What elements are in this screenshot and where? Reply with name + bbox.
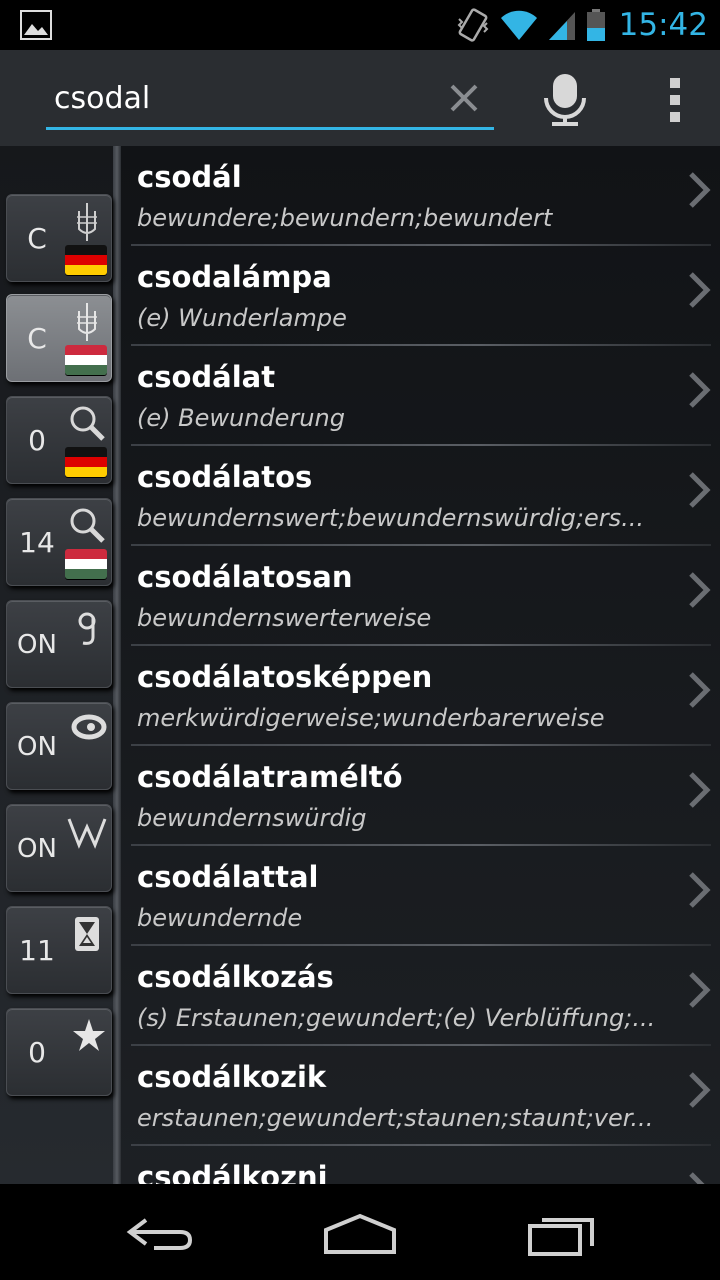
- tuning-fork-icon: [77, 203, 97, 241]
- hungarian-flag-icon: [65, 549, 107, 579]
- list-item[interactable]: csodálat (e) Bewunderung: [121, 346, 720, 446]
- entry-word: csodálkozás: [137, 960, 334, 994]
- list-item[interactable]: csodálattal bewundernde: [121, 846, 720, 946]
- filter-button-label: 0: [28, 1036, 46, 1069]
- google-icon: [78, 612, 96, 645]
- entry-word: csodálatos: [137, 460, 313, 494]
- chevron-right-icon: [689, 672, 711, 708]
- wikipedia-icon: [67, 818, 107, 849]
- content-area: C C 0 14 ON ON ON 11 0 csodál bewundere;…: [0, 146, 720, 1184]
- wifi-icon: [500, 10, 537, 40]
- entry-translation: bewundernswerterweise: [137, 604, 432, 632]
- star-icon: [73, 1019, 105, 1051]
- filter-button-hu-phonetic[interactable]: C: [6, 294, 112, 382]
- entry-translation: bewundere;bewundern;bewundert: [137, 204, 553, 232]
- filter-button-label: C: [27, 222, 47, 255]
- chevron-right-icon: [689, 272, 711, 308]
- search-icon: [70, 508, 105, 543]
- entry-translation: (e) Wunderlampe: [137, 304, 347, 332]
- filter-button-wikipedia[interactable]: ON: [6, 804, 112, 892]
- entry-translation: bewundernde: [137, 904, 303, 932]
- chevron-right-icon: [689, 972, 711, 1008]
- list-item[interactable]: csodálatos bewundernswert;bewundernswürd…: [121, 446, 720, 546]
- entry-translation: erstaunen;gewundert;staunen;staunt;ver..…: [137, 1104, 654, 1132]
- home-icon[interactable]: [322, 1208, 398, 1258]
- list-item[interactable]: csodál bewundere;bewundern;bewundert: [121, 146, 720, 246]
- back-icon[interactable]: [124, 1208, 196, 1258]
- entry-translation: (e) Bewunderung: [137, 404, 345, 432]
- filter-button-favorites[interactable]: 0: [6, 1008, 112, 1096]
- entry-word: csodálatraméltó: [137, 760, 403, 794]
- filter-button-google[interactable]: ON: [6, 600, 112, 688]
- entry-translation: merkwürdigerweise;wunderbarerweise: [137, 704, 605, 732]
- entry-word: csodál: [137, 160, 242, 194]
- clock: 15:42: [618, 7, 708, 43]
- search-box[interactable]: [46, 68, 494, 130]
- panel-divider: [113, 146, 121, 1184]
- entry-word: csodálatosképpen: [137, 660, 433, 694]
- filter-button-label: ON: [17, 630, 57, 660]
- list-item[interactable]: csodálkozni: [121, 1146, 720, 1184]
- bing-icon: [71, 714, 107, 740]
- entry-translation: bewundernswürdig: [137, 804, 367, 832]
- entry-word: csodálattal: [137, 860, 319, 894]
- action-bar: [0, 50, 720, 146]
- hourglass-icon: [75, 917, 99, 951]
- chevron-right-icon: [689, 872, 711, 908]
- list-item[interactable]: csodálatraméltó bewundernswürdig: [121, 746, 720, 846]
- entry-word: csodálat: [137, 360, 276, 394]
- filter-button-label: ON: [17, 834, 57, 864]
- search-icon: [70, 406, 105, 441]
- entry-word: csodalámpa: [137, 260, 332, 294]
- list-item[interactable]: csodálkozás (s) Erstaunen;gewundert;(e) …: [121, 946, 720, 1046]
- filter-button-de-phonetic[interactable]: C: [6, 194, 112, 282]
- entry-word: csodálatosan: [137, 560, 353, 594]
- filter-button-hu-search[interactable]: 14: [6, 498, 112, 586]
- entry-translation: bewundernswert;bewundernswürdig;ers...: [137, 504, 644, 532]
- recent-apps-icon[interactable]: [526, 1208, 598, 1258]
- search-input[interactable]: [54, 78, 434, 118]
- chevron-right-icon: [689, 772, 711, 808]
- results-list: csodál bewundere;bewundern;bewundert cso…: [121, 146, 720, 1184]
- filter-button-label: 14: [19, 526, 55, 559]
- filter-button-label: 11: [19, 934, 55, 967]
- entry-translation: (s) Erstaunen;gewundert;(e) Verblüffung;…: [137, 1004, 656, 1032]
- overflow-menu-icon[interactable]: [664, 76, 686, 124]
- entry-word: csodálkozik: [137, 1060, 327, 1094]
- filter-button-de-search[interactable]: 0: [6, 396, 112, 484]
- signal-icon: [548, 12, 575, 40]
- german-flag-icon: [65, 447, 107, 477]
- chevron-right-icon: [689, 172, 711, 208]
- status-bar: 15:42: [0, 0, 720, 50]
- chevron-right-icon: [689, 472, 711, 508]
- vibrate-icon: [457, 8, 489, 42]
- chevron-right-icon: [689, 572, 711, 608]
- tuning-fork-icon: [77, 303, 97, 341]
- entry-word: csodálkozni: [137, 1160, 328, 1184]
- list-item[interactable]: csodálatosképpen merkwürdigerweise;wunde…: [121, 646, 720, 746]
- microphone-icon[interactable]: [540, 72, 590, 128]
- list-item[interactable]: csodálatosan bewundernswerterweise: [121, 546, 720, 646]
- navigation-bar: [0, 1184, 720, 1280]
- chevron-right-icon: [689, 372, 711, 408]
- german-flag-icon: [65, 245, 107, 275]
- filter-button-label: ON: [17, 732, 57, 762]
- chevron-right-icon: [689, 1072, 711, 1108]
- list-item[interactable]: csodálkozik erstaunen;gewundert;staunen;…: [121, 1046, 720, 1146]
- clear-icon[interactable]: [444, 78, 484, 118]
- filter-button-label: 0: [28, 424, 46, 457]
- hungarian-flag-icon: [65, 345, 107, 375]
- list-item[interactable]: csodalámpa (e) Wunderlampe: [121, 246, 720, 346]
- filter-button-label: C: [27, 322, 47, 355]
- image-notification-icon: [20, 10, 52, 40]
- chevron-right-icon: [689, 1172, 705, 1184]
- filter-button-history[interactable]: 11: [6, 906, 112, 994]
- battery-icon: [586, 9, 605, 41]
- filter-button-bing[interactable]: ON: [6, 702, 112, 790]
